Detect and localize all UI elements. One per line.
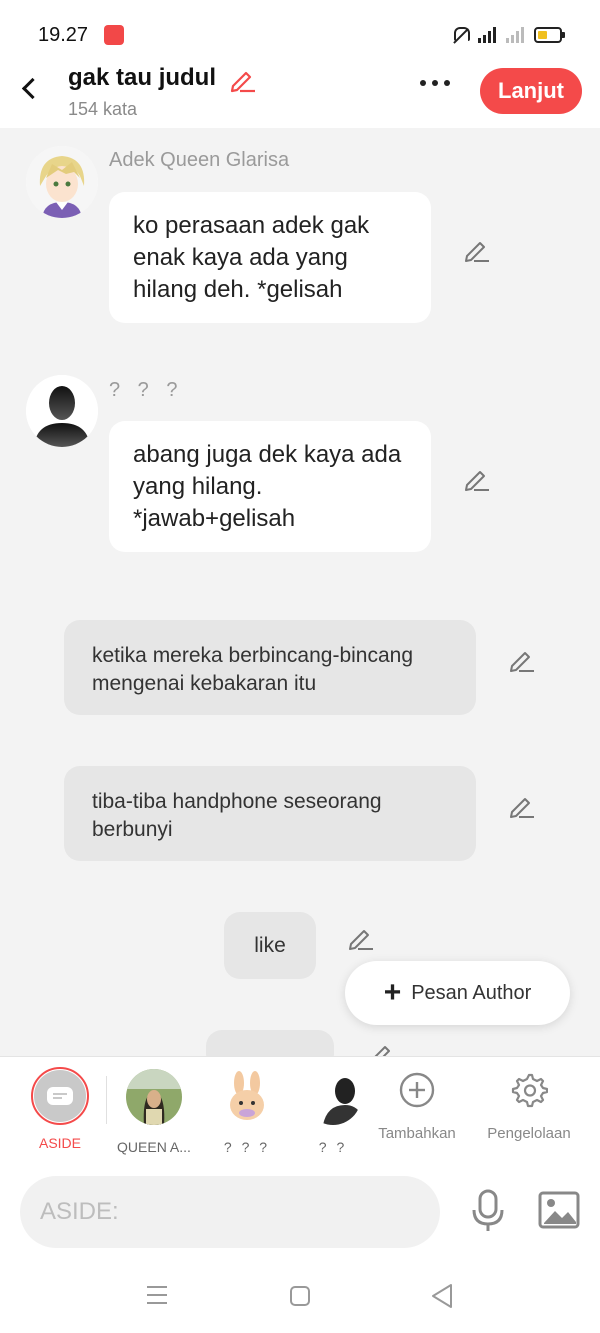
character-unknown-2[interactable]: ? ? [296,1057,370,1165]
add-character-button[interactable]: Tambahkan [372,1057,462,1165]
aside-avatar [31,1067,89,1125]
character-unknown-1[interactable]: ? ? ? [210,1057,284,1165]
home-icon[interactable] [289,1285,311,1307]
aside-bubble[interactable]: like [224,912,316,979]
avatar-unknown [26,375,98,447]
narration-bubble[interactable]: tiba-tiba handphone seseorang berbunyi [64,766,476,861]
back-arrow-icon [21,77,43,99]
word-count: 154 kata [68,99,138,119]
microphone-icon[interactable] [468,1188,508,1234]
aside-input[interactable] [20,1176,440,1248]
edit-narration-icon[interactable] [508,646,536,674]
character-bar: ASIDE QUEEN A... ? ? ? ? ? Tambahkan Pen… [0,1056,600,1166]
page-title[interactable]: gak tau judul [68,64,216,92]
manage-label: Pengelolaan [487,1125,571,1142]
edit-message-icon[interactable] [463,236,491,264]
add-circle-icon [399,1072,435,1108]
muted-bell-icon [452,26,470,44]
speaker-name: ? ? ? [109,379,184,401]
rabbit-avatar [219,1069,275,1125]
character-label: ? ? ? [223,1139,271,1155]
menu-icon[interactable] [146,1285,168,1305]
manage-button[interactable]: Pengelolaan [478,1057,580,1165]
back-nav-icon[interactable] [430,1283,454,1309]
chat-bubble[interactable]: ko perasaan adek gak enak kaya ada yang … [109,192,431,323]
speaker-name: Adek Queen Glarisa [109,149,290,171]
author-message-label: Pesan Author [411,981,532,1004]
system-nav-bar [0,1261,600,1333]
divider [106,1076,107,1124]
back-button[interactable] [14,70,44,106]
aside-message-icon [47,1087,73,1105]
edit-message-icon[interactable] [463,465,491,493]
status-icons [452,26,565,44]
character-label: QUEEN A... [117,1139,191,1155]
author-message-button[interactable]: + Pesan Author [345,961,570,1025]
continue-button[interactable]: Lanjut [480,68,582,114]
chat-bubble[interactable]: abang juga dek kaya ada yang hilang. *ja… [109,421,431,552]
battery-icon [534,27,565,43]
narration-bubble[interactable]: ketika mereka berbincang-bincang mengena… [64,620,476,715]
edit-title-icon[interactable] [228,66,256,94]
character-label: ASIDE [38,1135,81,1151]
gear-icon [511,1073,548,1108]
character-queen[interactable]: QUEEN A... [110,1057,198,1165]
status-time: 19.27 [38,24,89,46]
avatar-queen-glarisa [26,146,98,218]
image-icon[interactable] [538,1190,580,1230]
signal-icon-secondary [506,27,524,43]
plus-icon: + [383,976,402,1009]
silhouette-avatar [305,1069,361,1125]
queen-avatar [126,1069,182,1125]
character-aside[interactable]: ASIDE [24,1057,96,1165]
signal-icon [478,27,496,43]
more-options-button[interactable] [420,80,450,86]
add-label: Tambahkan [378,1125,456,1142]
edit-aside-icon[interactable] [347,924,375,952]
edit-narration-icon[interactable] [508,792,536,820]
character-label: ? ? [318,1139,348,1155]
app-notification-icon [104,25,124,45]
